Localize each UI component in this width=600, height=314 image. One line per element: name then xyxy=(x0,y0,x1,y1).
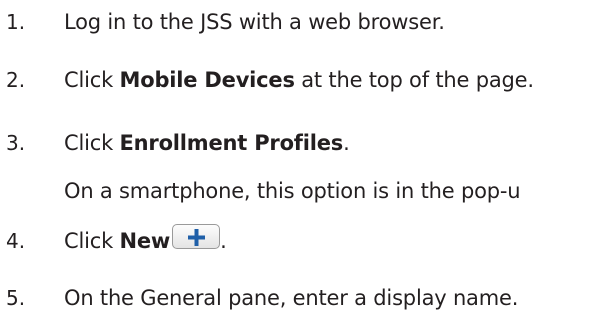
step-text-suffix: . xyxy=(220,229,227,253)
ui-term-new: New xyxy=(119,229,171,253)
step-text-suffix: at the top of the page. xyxy=(294,68,534,92)
step-3-note: On a smartphone, this option is in the p… xyxy=(64,179,521,203)
step-text-prefix: Click xyxy=(64,229,120,253)
step-text: On the General pane, enter a display nam… xyxy=(64,282,518,314)
step-text: Click Mobile Devices at the top of the p… xyxy=(64,64,534,96)
step-text-content: Log in to the JSS with a web browser. xyxy=(64,10,445,34)
step-text-suffix: . xyxy=(343,131,350,155)
step-number: 5. xyxy=(6,286,26,310)
ui-term-mobile-devices: Mobile Devices xyxy=(119,68,295,92)
ui-term-enrollment-profiles: Enrollment Profiles xyxy=(119,131,344,155)
step-number: 4. xyxy=(6,229,26,253)
plus-icon xyxy=(188,228,206,246)
new-button-illustration xyxy=(172,223,221,249)
step-text: Log in to the JSS with a web browser. xyxy=(64,6,445,38)
step-text-content: On the General pane, enter a display nam… xyxy=(64,286,519,310)
step-number: 1. xyxy=(6,10,26,34)
step-text-prefix: Click xyxy=(64,131,120,155)
step-number: 3. xyxy=(6,131,26,155)
step-number: 2. xyxy=(6,68,26,92)
step-text: Click Enrollment Profiles. xyxy=(64,127,350,159)
step-text-prefix: Click xyxy=(64,68,120,92)
step-text: Click New. xyxy=(64,223,227,257)
